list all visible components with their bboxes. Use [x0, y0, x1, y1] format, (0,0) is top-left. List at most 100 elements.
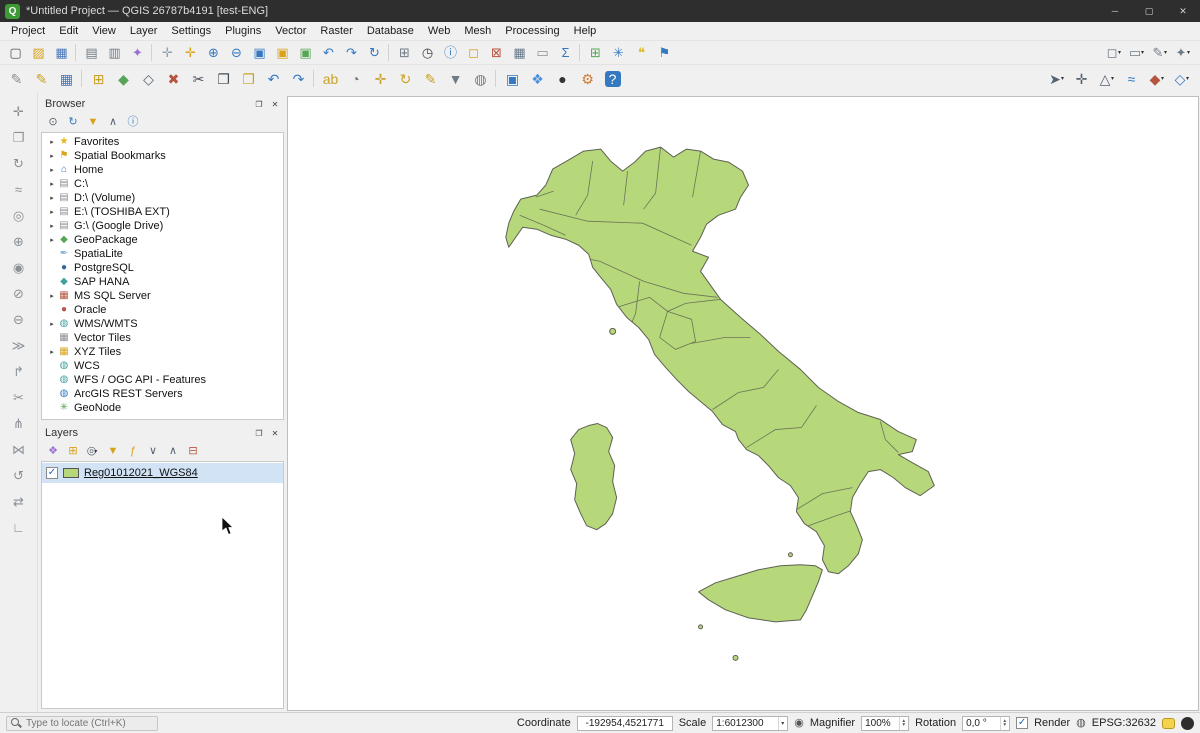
rotate-feature-button[interactable]: ↻: [7, 152, 31, 174]
pin-labels-button[interactable]: ▼: [442, 67, 467, 91]
zoom-full-button[interactable]: ▣: [247, 42, 270, 64]
show-hidden-labels-button[interactable]: ◍: [467, 67, 492, 91]
combo-arrow-icon[interactable]: ▾: [778, 717, 784, 730]
labeling-options-button[interactable]: ab: [317, 67, 342, 91]
diagram-options-button[interactable]: ◔: [342, 67, 367, 91]
spin-down-icon[interactable]: ▾: [902, 723, 905, 728]
add-record-button[interactable]: ⊞: [85, 67, 110, 91]
messages-balloon-button[interactable]: [1162, 718, 1175, 729]
add-polygon-feature-button[interactable]: ◆: [110, 67, 135, 91]
delete-selected-button[interactable]: ✖: [160, 67, 185, 91]
float-layers-panel-button[interactable]: ❐: [252, 427, 266, 439]
map-canvas[interactable]: [287, 96, 1199, 711]
menu-settings[interactable]: Settings: [164, 22, 218, 40]
browser-item-drive-e[interactable]: ▸ ▤ E:\ (TOSHIBA EXT): [42, 205, 283, 219]
log-messages-button[interactable]: [1181, 717, 1194, 730]
locator-input[interactable]: [26, 718, 153, 729]
expand-arrow-icon[interactable]: ▸: [47, 194, 57, 202]
expand-all-button[interactable]: ∨: [143, 442, 161, 460]
delete-part-button[interactable]: ⊖: [7, 308, 31, 330]
expand-arrow-icon[interactable]: ▸: [47, 236, 57, 244]
zoom-to-selection-button[interactable]: ▣: [270, 42, 293, 64]
move-feature-button[interactable]: ✛: [7, 100, 31, 122]
minimize-button[interactable]: ─: [1098, 0, 1132, 22]
trim-extend-button[interactable]: ∟: [7, 516, 31, 538]
refresh-map-button[interactable]: ↻: [362, 42, 385, 64]
menu-database[interactable]: Database: [360, 22, 421, 40]
spin-down-icon[interactable]: ▾: [1003, 723, 1006, 728]
cut-features-button[interactable]: ✂: [185, 67, 210, 91]
menu-help[interactable]: Help: [567, 22, 604, 40]
browser-item-favorites[interactable]: ▸ ★ Favorites: [42, 135, 283, 149]
menu-processing[interactable]: Processing: [498, 22, 566, 40]
remove-layer-button[interactable]: ⊟: [183, 442, 201, 460]
menu-edit[interactable]: Edit: [52, 22, 85, 40]
spinner-arrows[interactable]: ▴ ▾: [1000, 717, 1006, 730]
browser-item-spatial-bookmarks[interactable]: ▸ ⚑ Spatial Bookmarks: [42, 149, 283, 163]
statistical-summary-button[interactable]: Σ: [553, 42, 576, 64]
new-print-layout-button[interactable]: ▤: [79, 42, 102, 64]
maximize-button[interactable]: ▢: [1132, 0, 1166, 22]
tracing-button[interactable]: ≈: [1118, 67, 1143, 91]
browser-search-button[interactable]: ⊙: [43, 113, 61, 131]
measure-tools-dropdown-button[interactable]: ▭ ▾: [1124, 42, 1147, 64]
processing-toolbox-button[interactable]: ✳: [606, 42, 629, 64]
crs-status-button[interactable]: EPSG:32632: [1092, 717, 1156, 729]
browser-properties-button[interactable]: ⓘ: [123, 113, 141, 131]
browser-item-oracle[interactable]: ● Oracle: [42, 303, 283, 317]
menu-plugins[interactable]: Plugins: [218, 22, 268, 40]
new-3d-map-button[interactable]: ⊞: [392, 42, 415, 64]
advanced-digitizing-button[interactable]: ✛: [1068, 67, 1093, 91]
current-edits-button[interactable]: ✎: [3, 67, 28, 91]
save-project-button[interactable]: ▦: [49, 42, 72, 64]
select-features-dropdown-button[interactable]: ➤ ▾: [1043, 67, 1068, 91]
split-parts-button[interactable]: ⋔: [7, 412, 31, 434]
cad-tools-dropdown-button[interactable]: △ ▾: [1093, 67, 1118, 91]
delete-ring-button[interactable]: ⊘: [7, 282, 31, 304]
browser-item-drive-c[interactable]: ▸ ▤ C:\: [42, 177, 283, 191]
menu-view[interactable]: View: [85, 22, 123, 40]
expand-arrow-icon[interactable]: ▸: [47, 320, 57, 328]
split-features-button[interactable]: ✂: [7, 386, 31, 408]
locator-search[interactable]: [6, 716, 158, 731]
browser-item-wms[interactable]: ▸ ◍ WMS/WMTS: [42, 317, 283, 331]
browser-item-sap-hana[interactable]: ◆ SAP HANA: [42, 275, 283, 289]
help-contents-button[interactable]: ?: [599, 67, 624, 91]
paste-features-button[interactable]: ❐: [235, 67, 260, 91]
show-bookmarks-button[interactable]: ⚑: [652, 42, 675, 64]
browser-item-postgresql[interactable]: ● PostgreSQL: [42, 261, 283, 275]
add-group-button[interactable]: ⊞: [63, 442, 81, 460]
layer-row-reg01012021-wgs84[interactable]: ✓ Reg01012021_WGS84: [42, 463, 283, 483]
toggle-editing-button[interactable]: ✎: [28, 67, 53, 91]
offset-point-symbol-button[interactable]: ⇄: [7, 490, 31, 512]
collapse-all-button[interactable]: ∧: [163, 442, 181, 460]
browser-item-wfs[interactable]: ◍ WFS / OGC API - Features: [42, 373, 283, 387]
layer-styling-button[interactable]: ❖: [43, 442, 61, 460]
redo-button[interactable]: ↷: [285, 67, 310, 91]
menu-vector[interactable]: Vector: [268, 22, 313, 40]
zoom-out-button[interactable]: ⊖: [224, 42, 247, 64]
annotation-tools-dropdown-button[interactable]: ✎ ▾: [1147, 42, 1170, 64]
select-features-button[interactable]: ◻: [461, 42, 484, 64]
zoom-last-button[interactable]: ↶: [316, 42, 339, 64]
browser-item-arcgis[interactable]: ◍ ArcGIS REST Servers: [42, 387, 283, 401]
add-part-button[interactable]: ⊕: [7, 230, 31, 252]
filter-legend-button[interactable]: ▼: [103, 442, 121, 460]
filter-expression-button[interactable]: ƒ: [123, 442, 141, 460]
vertex-marker-dropdown-button[interactable]: ◆ ▾: [1143, 67, 1168, 91]
browser-item-vector-tiles[interactable]: ▦ Vector Tiles: [42, 331, 283, 345]
merge-features-button[interactable]: ⋈: [7, 438, 31, 460]
undo-button[interactable]: ↶: [260, 67, 285, 91]
expand-arrow-icon[interactable]: ▸: [47, 348, 57, 356]
simplify-feature-button[interactable]: ≈: [7, 178, 31, 200]
measure-line-button[interactable]: ▭: [530, 42, 553, 64]
render-checkbox[interactable]: ✓: [1016, 717, 1028, 729]
browser-item-spatialite[interactable]: ✒ SpatiaLite: [42, 247, 283, 261]
python-console-button[interactable]: ▣: [499, 67, 524, 91]
zoom-to-layer-button[interactable]: ▣: [293, 42, 316, 64]
scale-lock-icon[interactable]: ◉: [794, 718, 804, 729]
reshape-features-button[interactable]: ↱: [7, 360, 31, 382]
magnifier-spinbox[interactable]: 100% ▴ ▾: [861, 716, 909, 731]
browser-item-geonode[interactable]: ✳ GeoNode: [42, 401, 283, 415]
copy-move-feature-button[interactable]: ❐: [7, 126, 31, 148]
